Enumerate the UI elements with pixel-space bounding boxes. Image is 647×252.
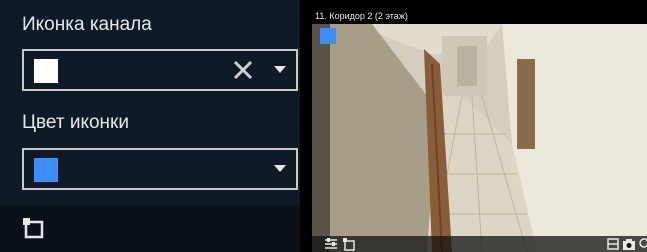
channel-color-mark: [320, 28, 336, 44]
icon-color-select[interactable]: [22, 148, 298, 190]
channel-icon[interactable]: [342, 237, 356, 251]
camera-title: 11. Коридор 2 (2 этаж): [312, 8, 647, 24]
channel-icon-toggle-icon[interactable]: [22, 216, 46, 240]
camera-tile[interactable]: 11. Коридор 2 (2 этаж): [312, 8, 647, 252]
camera-icon[interactable]: [622, 237, 636, 251]
channel-settings-panel: Иконка канала Цвет иконки: [0, 0, 308, 252]
panel-divider: [300, 0, 308, 252]
camera-video-feed[interactable]: [312, 24, 647, 252]
channel-icon-select[interactable]: [22, 49, 298, 91]
icon-swatch: [34, 59, 58, 83]
chevron-down-icon[interactable]: [274, 165, 286, 172]
color-swatch: [34, 158, 58, 182]
panel-bottom-bar: [0, 206, 300, 252]
tuning-icon[interactable]: [324, 237, 338, 251]
layout-icon[interactable]: [606, 237, 620, 251]
icon-label: Иконка канала: [22, 14, 152, 35]
chevron-down-icon[interactable]: [274, 66, 286, 73]
icon-color-label: Цвет иконки: [22, 112, 129, 133]
search-icon[interactable]: [638, 237, 647, 251]
close-icon[interactable]: [230, 57, 256, 83]
